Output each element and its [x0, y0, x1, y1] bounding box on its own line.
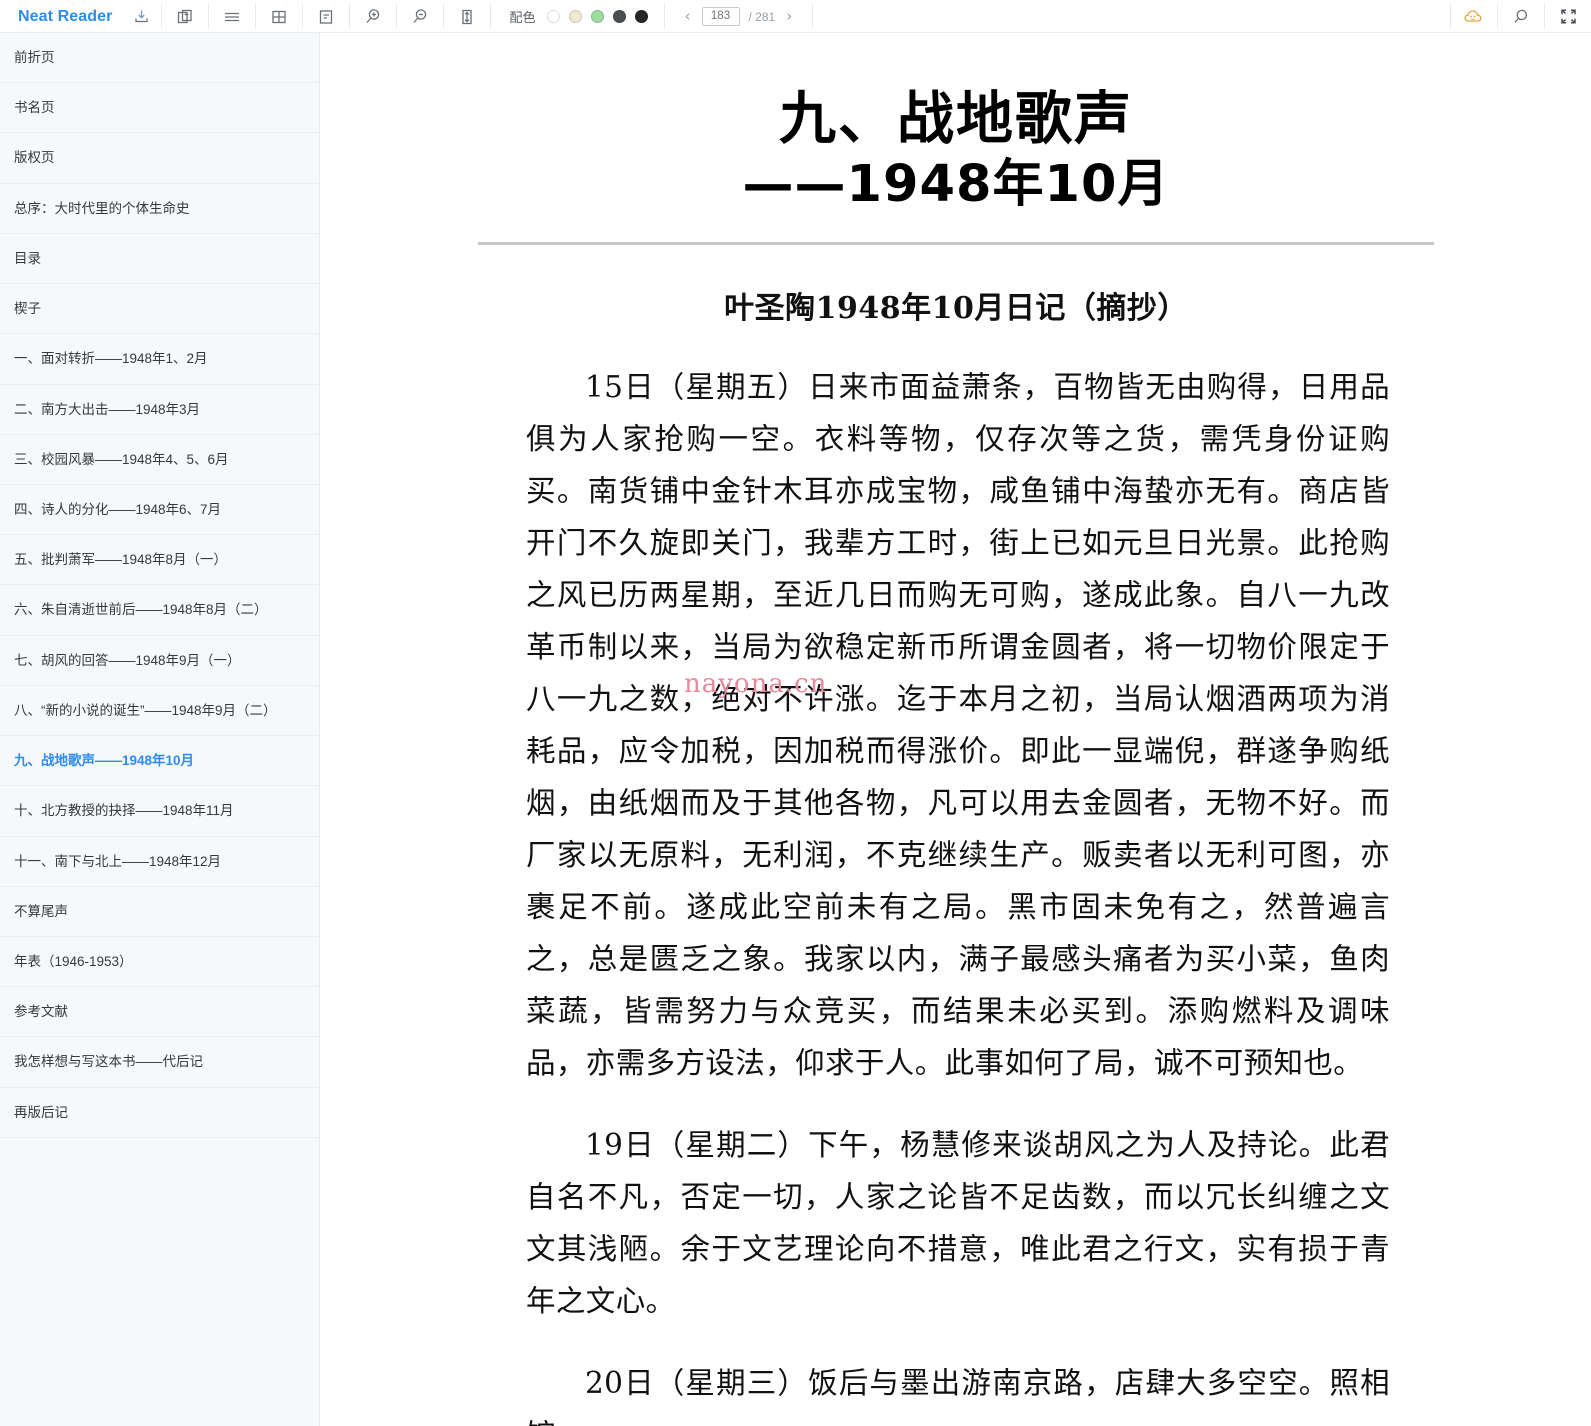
- paragraph: 19日（星期二）下午，杨慧修来谈胡风之为人及持论。此君自名不凡，否定一切，人家之…: [526, 1128, 1390, 1319]
- prev-page-button[interactable]: ‹: [683, 9, 693, 24]
- next-page-button[interactable]: ›: [784, 9, 794, 24]
- scheme-swatch-sepia[interactable]: [568, 10, 582, 23]
- search-icon[interactable]: [1498, 0, 1544, 33]
- sidebar-item-18[interactable]: 年表（1946-1953）: [0, 937, 319, 988]
- sidebar-item-19[interactable]: 参考文献: [0, 987, 319, 1038]
- toc-menu-icon[interactable]: [209, 0, 255, 33]
- sidebar-item-label: 九、战地歌声——1948年10月: [14, 753, 195, 769]
- page-navigator: ‹ 183 / 281 ›: [665, 0, 813, 33]
- sidebar-item-label: 六、朱自清逝世前后——1948年8月（二）: [14, 602, 268, 618]
- sidebar-item-4[interactable]: 目录: [0, 234, 319, 285]
- table-of-contents-sidebar[interactable]: 前折页书名页版权页总序：大时代里的个体生命史 目录楔子一、面对转折——1948年1…: [0, 33, 320, 1426]
- brand-logo[interactable]: Neat Reader: [0, 0, 121, 33]
- grid-view-icon[interactable]: [256, 0, 302, 33]
- sidebar-item-12[interactable]: 七、胡风的回答——1948年9月（一）: [0, 636, 319, 686]
- sidebar-item-label: 一、面对转折——1948年1、2月: [14, 351, 208, 367]
- zoom-out-icon[interactable]: [397, 0, 443, 33]
- scheme-swatch-dark-gray[interactable]: [612, 10, 626, 23]
- page-total-label: / 281: [748, 9, 776, 24]
- body-paragraphs: 15日（星期五）日来市面益萧条，百物皆无由购得，日用品俱为人家抢购一空。衣料等物…: [466, 361, 1446, 1426]
- sidebar-item-label: 五、批判萧军——1948年8月（一）: [14, 552, 228, 568]
- sidebar-item-label: 二、南方大出击——1948年3月: [14, 401, 201, 417]
- fullscreen-icon[interactable]: [1545, 0, 1591, 33]
- sidebar-item-14[interactable]: 九、战地歌声——1948年10月: [0, 736, 319, 787]
- toc-list: 前折页书名页版权页总序：大时代里的个体生命史 目录楔子一、面对转折——1948年1…: [0, 33, 319, 1138]
- notes-icon[interactable]: [303, 0, 349, 33]
- sidebar-item-label: 十、北方教授的抉择——1948年11月: [14, 803, 234, 819]
- sidebar-item-label: 八、“新的小说的诞生”——1948年9月（二）: [14, 702, 277, 718]
- color-scheme-label: 配色: [509, 10, 536, 25]
- sidebar-item-13[interactable]: 八、“新的小说的诞生”——1948年9月（二）: [0, 686, 319, 737]
- sidebar-item-label: 前折页: [14, 50, 55, 65]
- title-divider: [478, 242, 1434, 246]
- sidebar-item-20[interactable]: 我怎样想与写这本书——代后记: [0, 1037, 319, 1088]
- sidebar-item-16[interactable]: 十一、南下与北上——1948年12月: [0, 837, 319, 887]
- sidebar-item-5[interactable]: 楔子: [0, 284, 319, 335]
- sidebar-item-label: 楔子: [14, 301, 41, 317]
- sidebar-item-label: 十一、南下与北上——1948年12月: [14, 853, 222, 869]
- sidebar-item-label: 目录: [14, 250, 41, 266]
- sidebar-item-label: 七、胡风的回答——1948年9月（一）: [14, 652, 241, 668]
- scheme-swatch-green[interactable]: [590, 10, 604, 23]
- paragraph: 15日（星期五）日来市面益萧条，百物皆无由购得，日用品俱为人家抢购一空。衣料等物…: [526, 370, 1390, 1081]
- sidebar-item-label: 总序：大时代里的个体生命史: [14, 200, 190, 216]
- sidebar-item-label: 三、校园风暴——1948年4、5、6月: [14, 451, 229, 467]
- chapter-subtitle: ——1948年10月: [742, 154, 1170, 214]
- sidebar-item-2[interactable]: 版权页: [0, 133, 319, 184]
- sidebar-item-15[interactable]: 十、北方教授的抉择——1948年11月: [0, 786, 319, 837]
- app-toolbar: Neat Reader 配色 ‹ 183 / 281 ›: [0, 0, 1591, 33]
- sidebar-item-3[interactable]: 总序：大时代里的个体生命史: [0, 184, 319, 234]
- page-number-input[interactable]: 183: [701, 7, 740, 26]
- sidebar-item-7[interactable]: 二、南方大出击——1948年3月: [0, 385, 319, 435]
- reader-content-pane[interactable]: 九、战地歌声 ——1948年10月 叶圣陶1948年10月日记（摘抄） 15日（…: [321, 33, 1591, 1426]
- paragraph: 20日（星期三）饭后与墨出游南京路，店肆大多空空。照相馆: [526, 1366, 1390, 1426]
- sidebar-item-label: 参考文献: [14, 1004, 68, 1020]
- sidebar-item-label: 再版后记: [14, 1104, 68, 1120]
- sidebar-item-21[interactable]: 再版后记: [0, 1088, 319, 1138]
- sidebar-item-11[interactable]: 六、朱自清逝世前后——1948年8月（二）: [0, 585, 319, 636]
- sidebar-item-1[interactable]: 书名页: [0, 83, 319, 134]
- cloud-sync-icon[interactable]: [1451, 0, 1497, 33]
- color-scheme-group: 配色: [491, 0, 663, 33]
- sidebar-item-0[interactable]: 前折页: [0, 33, 319, 84]
- scheme-swatch-white[interactable]: [546, 10, 560, 23]
- sidebar-item-8[interactable]: 三、校园风暴——1948年4、5、6月: [0, 435, 319, 485]
- sidebar-item-label: 我怎样想与写这本书——代后记: [14, 1054, 203, 1070]
- sidebar-item-10[interactable]: 五、批判萧军——1948年8月（一）: [0, 535, 319, 586]
- book-page: 九、战地歌声 ——1948年10月 叶圣陶1948年10月日记（摘抄） 15日（…: [466, 33, 1446, 1426]
- line-height-icon[interactable]: [444, 0, 490, 33]
- sidebar-item-17[interactable]: 不算尾声: [0, 887, 319, 937]
- sidebar-item-6[interactable]: 一、面对转折——1948年1、2月: [0, 334, 319, 385]
- brand-name: Neat Reader: [18, 7, 113, 25]
- chapter-title: 九、战地歌声: [779, 86, 1133, 152]
- chapter-byline: 叶圣陶1948年10月日记（摘抄）: [724, 291, 1188, 327]
- sidebar-item-label: 年表（1946-1953）: [14, 953, 133, 969]
- sidebar-item-label: 书名页: [14, 100, 55, 116]
- zoom-in-icon[interactable]: [350, 0, 396, 33]
- library-icon[interactable]: [162, 0, 208, 33]
- import-book-icon[interactable]: [121, 0, 161, 33]
- sidebar-item-label: 不算尾声: [14, 903, 68, 919]
- sidebar-item-9[interactable]: 四、诗人的分化——1948年6、7月: [0, 485, 319, 536]
- scheme-swatch-black[interactable]: [634, 10, 648, 23]
- sidebar-item-label: 四、诗人的分化——1948年6、7月: [14, 501, 222, 517]
- sidebar-item-label: 版权页: [14, 150, 55, 166]
